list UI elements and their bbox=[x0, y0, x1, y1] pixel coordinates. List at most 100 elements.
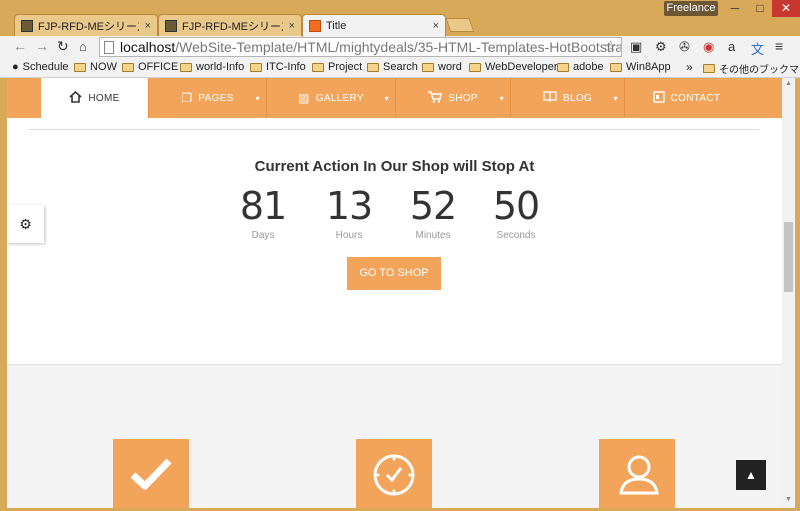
folder-icon bbox=[180, 62, 192, 72]
nav-shop[interactable]: SHOP ▾ bbox=[395, 78, 510, 118]
address-bar[interactable]: localhost/WebSite-Template/HTML/mightyde… bbox=[99, 37, 622, 57]
translate-icon[interactable]: 文 bbox=[751, 39, 764, 58]
browser-tab-active[interactable]: Title × bbox=[302, 14, 446, 37]
close-window-button[interactable]: ✕ bbox=[772, 0, 800, 17]
folder-icon bbox=[610, 62, 622, 72]
bookmark-office[interactable]: OFFICE bbox=[122, 61, 178, 73]
chevron-down-icon: ▾ bbox=[613, 93, 618, 103]
scrollbar-thumb[interactable] bbox=[784, 222, 793, 292]
countdown-title: Current Action In Our Shop will Stop At bbox=[254, 158, 535, 175]
chevron-down-icon: ▾ bbox=[255, 93, 260, 103]
image-icon: ▨ bbox=[298, 91, 310, 105]
site-navbar: HOME ❐ PAGES ▾ ▨ GALLERY ▾ SHOP ▾ BLOG ▾ bbox=[7, 78, 782, 118]
bookmark-schedule[interactable]: ● Schedule bbox=[12, 61, 69, 73]
page-info-icon bbox=[104, 41, 114, 54]
bookmarks-bar: ● Schedule NOW OFFICE world-Info ITC-Info… bbox=[0, 58, 800, 78]
scroll-down-arrow-icon[interactable]: ▼ bbox=[782, 496, 795, 503]
tab-title: Title bbox=[326, 20, 347, 32]
folder-icon bbox=[250, 62, 262, 72]
home-browser-icon[interactable]: ⌂ bbox=[79, 39, 87, 54]
nav-home[interactable]: HOME bbox=[41, 78, 148, 118]
settings-gear-icon[interactable]: ⚙ bbox=[655, 39, 667, 55]
tab-title: FJP-RFD-MEシリーズ【従来 bbox=[182, 20, 283, 33]
style-switcher-gear-icon[interactable]: ⚙ bbox=[7, 205, 44, 243]
countdown-value: 50 bbox=[492, 184, 540, 228]
profile-badge[interactable]: Freelance bbox=[664, 1, 718, 16]
new-tab-button[interactable] bbox=[445, 18, 475, 32]
countdown-label: Minutes bbox=[415, 230, 451, 241]
browser-tab-2[interactable]: FJP-RFD-MEシリーズ【従来 × bbox=[158, 14, 302, 36]
folder-icon bbox=[422, 62, 434, 72]
menu-icon[interactable]: ≡ bbox=[775, 38, 783, 54]
back-arrow-icon[interactable]: ← bbox=[13, 38, 27, 54]
bookmark-star-icon[interactable]: ☆ bbox=[604, 37, 617, 55]
tab-close-icon[interactable]: × bbox=[433, 20, 439, 32]
bookmark-world-info[interactable]: world-Info bbox=[180, 61, 244, 73]
extension-puzzle-icon[interactable]: ✇ bbox=[679, 39, 690, 55]
tab-close-icon[interactable]: × bbox=[145, 20, 151, 32]
nav-contact[interactable]: CONTACT bbox=[624, 78, 748, 118]
home-icon bbox=[69, 90, 82, 106]
scroll-to-top-button[interactable]: ▲ bbox=[736, 460, 766, 490]
amazon-icon[interactable]: a bbox=[728, 39, 735, 54]
page-viewport: HOME ❐ PAGES ▾ ▨ GALLERY ▾ SHOP ▾ BLOG ▾ bbox=[7, 78, 782, 508]
feature-box-check bbox=[113, 439, 189, 508]
tab-close-icon[interactable]: × bbox=[289, 20, 295, 32]
window-border-left bbox=[0, 78, 7, 511]
bookmark-webdeveloper[interactable]: WebDeveloper bbox=[469, 61, 558, 73]
check-icon bbox=[130, 458, 172, 490]
folder-icon bbox=[312, 62, 324, 72]
feature-box-users bbox=[599, 439, 675, 508]
browser-tab-1[interactable]: FJP-RFD-MEシリーズ【従来 × bbox=[14, 14, 158, 36]
browser-toolbar: ← → ↻ ⌂ localhost/WebSite-Template/HTML/… bbox=[0, 36, 800, 58]
window-border-right bbox=[795, 78, 800, 511]
clock-icon bbox=[373, 454, 415, 496]
extension-in-icon[interactable]: ▣ bbox=[630, 39, 642, 55]
bookmark-itc-info[interactable]: ITC-Info bbox=[250, 61, 306, 73]
page-favicon-icon bbox=[309, 20, 321, 32]
folder-icon bbox=[367, 62, 379, 72]
countdown-seconds: 50 Seconds bbox=[474, 184, 558, 241]
forward-arrow-icon[interactable]: → bbox=[35, 38, 49, 54]
page-favicon-icon bbox=[21, 19, 33, 32]
countdown-value: 52 bbox=[409, 184, 457, 228]
bookmark-now[interactable]: NOW bbox=[74, 61, 117, 73]
countdown-minutes: 52 Minutes bbox=[391, 184, 475, 241]
chevron-down-icon: ▾ bbox=[384, 93, 389, 103]
folder-icon bbox=[557, 62, 569, 72]
extension-pdf-icon[interactable]: ◉ bbox=[703, 39, 714, 55]
bookmark-win8app[interactable]: Win8App bbox=[610, 61, 671, 73]
folder-icon bbox=[122, 62, 134, 72]
contact-icon bbox=[652, 90, 665, 106]
maximize-button[interactable]: □ bbox=[748, 0, 772, 17]
minimize-button[interactable]: ─ bbox=[722, 0, 748, 17]
feature-box-clock bbox=[356, 439, 432, 508]
bookmark-project[interactable]: Project bbox=[312, 61, 362, 73]
bookmarks-more-button[interactable]: » bbox=[686, 60, 693, 74]
users-icon bbox=[619, 455, 659, 495]
url-path: /WebSite-Template/HTML/mightydeals/35-HT… bbox=[175, 39, 622, 55]
folder-icon bbox=[74, 62, 86, 72]
nav-blog[interactable]: BLOG ▾ bbox=[510, 78, 624, 118]
tab-title: FJP-RFD-MEシリーズ【従来 bbox=[38, 20, 139, 33]
nav-gallery[interactable]: ▨ GALLERY ▾ bbox=[266, 78, 395, 118]
countdown-hours: 13 Hours bbox=[307, 184, 391, 241]
countdown-label: Days bbox=[251, 230, 275, 241]
bookmark-search[interactable]: Search bbox=[367, 61, 418, 73]
url-host: localhost bbox=[120, 39, 176, 55]
go-to-shop-button[interactable]: GO TO SHOP bbox=[347, 257, 441, 290]
nav-pages[interactable]: ❐ PAGES ▾ bbox=[148, 78, 266, 118]
cart-icon bbox=[428, 90, 443, 106]
countdown-value: 13 bbox=[325, 184, 373, 228]
chevron-down-icon: ▾ bbox=[499, 93, 504, 103]
countdown-label: Hours bbox=[335, 230, 363, 241]
countdown-value: 81 bbox=[239, 184, 287, 228]
countdown-label: Seconds bbox=[496, 230, 536, 241]
page-scrollbar[interactable]: ▲ ▼ bbox=[782, 78, 795, 508]
reload-icon[interactable]: ↻ bbox=[57, 38, 69, 55]
folder-icon bbox=[703, 64, 715, 73]
bookmark-other[interactable]: その他のブックマーク bbox=[703, 61, 800, 76]
scroll-up-arrow-icon[interactable]: ▲ bbox=[782, 80, 795, 87]
bookmark-adobe[interactable]: adobe bbox=[557, 61, 604, 73]
bookmark-word[interactable]: word bbox=[422, 61, 462, 73]
